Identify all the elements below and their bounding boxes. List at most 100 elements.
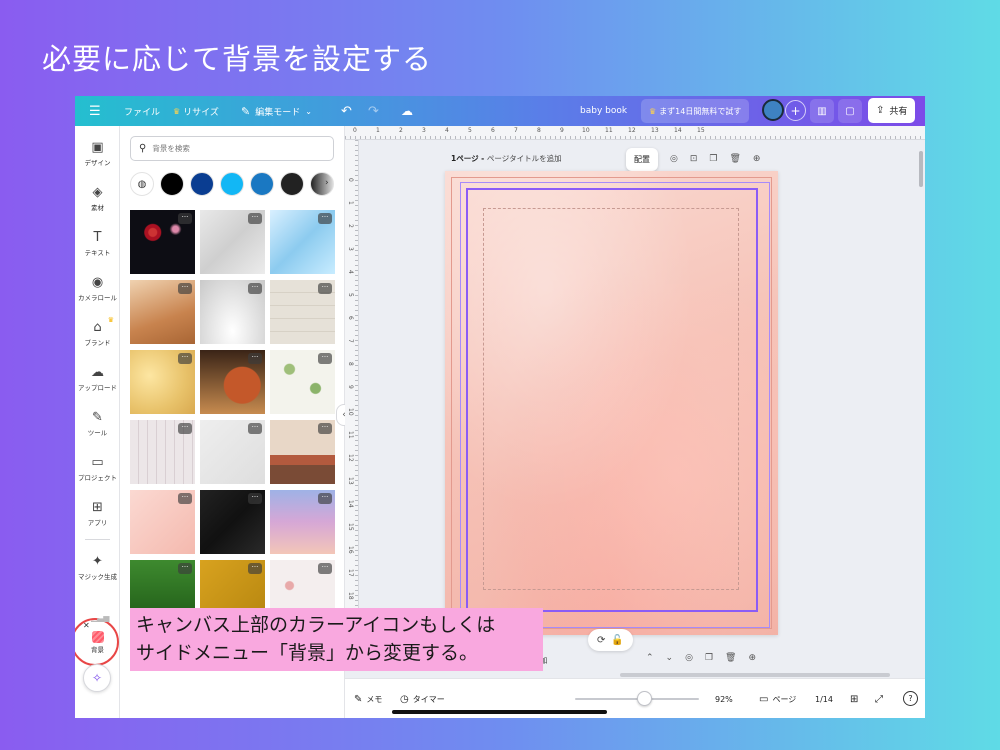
more-options-icon[interactable]: ···: [248, 423, 262, 434]
background-thumbnail-blue-abstract[interactable]: ···: [270, 210, 335, 274]
help-button[interactable]: ?: [903, 691, 918, 706]
lock-icon[interactable]: 🔓: [611, 635, 623, 646]
pages-button[interactable]: ▭ ページ: [759, 679, 796, 718]
more-options-icon[interactable]: ···: [248, 353, 262, 364]
more-options-icon[interactable]: ···: [248, 563, 262, 574]
design-canvas-page[interactable]: [445, 171, 778, 635]
background-thumbnail-interior[interactable]: ···: [130, 280, 195, 344]
vertical-scrollbar[interactable]: [919, 151, 923, 187]
more-options-icon[interactable]: ···: [318, 283, 332, 294]
color-swatch[interactable]: [250, 172, 274, 196]
background-thumbnail-white-studio[interactable]: ···: [200, 280, 265, 344]
color-swatch[interactable]: [310, 172, 334, 196]
sidebar-item-elements[interactable]: ◈ 素材: [75, 185, 120, 213]
horizontal-scrollbar[interactable]: [620, 673, 890, 677]
ruler-tick-label: 5: [347, 293, 354, 297]
arrange-button[interactable]: 配置: [626, 148, 658, 171]
add-collaborator-icon[interactable]: +: [785, 100, 806, 121]
sidebar-item-upload[interactable]: ☁ アップロード: [75, 365, 120, 393]
sidebar-item-projects[interactable]: ▭ プロジェクト: [75, 455, 120, 483]
close-icon[interactable]: ✕: [83, 621, 90, 630]
annotation-line-2: サイドメニュー「背景」から変更する。: [136, 639, 537, 667]
eye-icon[interactable]: ◎: [670, 154, 678, 164]
more-options-icon[interactable]: ···: [248, 213, 262, 224]
magic-assistant-button[interactable]: ✧: [83, 664, 111, 692]
ruler-tick-label: 16: [347, 546, 354, 554]
lock-icon[interactable]: ⊡: [690, 154, 698, 164]
grid-view-icon[interactable]: ⊞: [850, 679, 858, 718]
more-options-icon[interactable]: ···: [248, 493, 262, 504]
more-options-icon[interactable]: ···: [178, 423, 192, 434]
trash-icon[interactable]: 🗑: [725, 653, 736, 663]
free-trial-button[interactable]: ♛ まず14日間無料で試す: [641, 99, 749, 123]
eye-icon[interactable]: ◎: [685, 653, 693, 663]
tools-icon: ✎: [75, 410, 120, 426]
sidebar-item-background[interactable]: 背景: [75, 631, 120, 655]
edit-mode-dropdown[interactable]: ✎ 編集モード ⌄: [241, 96, 312, 126]
more-options-icon[interactable]: ···: [178, 563, 192, 574]
background-search-input[interactable]: [152, 144, 322, 153]
color-swatch[interactable]: [190, 172, 214, 196]
background-thumbnail-black-fabric[interactable]: ···: [200, 490, 265, 554]
redo-icon[interactable]: ↷: [368, 96, 379, 126]
comment-icon[interactable]: ▢: [838, 99, 862, 123]
background-thumbnail-room[interactable]: ···: [270, 420, 335, 484]
more-options-icon[interactable]: ···: [318, 353, 332, 364]
add-page-icon[interactable]: ⊕: [753, 154, 761, 164]
notes-button[interactable]: ✎ メモ: [354, 679, 382, 718]
more-options-icon[interactable]: ···: [178, 283, 192, 294]
background-thumbnail-fireworks[interactable]: ···: [130, 210, 195, 274]
background-thumbnail-dried-flowers[interactable]: ···: [130, 420, 195, 484]
page-title-label[interactable]: 1ページ - ページタイトルを追加: [451, 153, 562, 164]
more-options-icon[interactable]: ···: [318, 563, 332, 574]
hamburger-menu-icon[interactable]: ☰: [89, 96, 101, 126]
color-swatch[interactable]: [280, 172, 304, 196]
sidebar-item-brand[interactable]: ♛ ⌂ ブランド: [75, 320, 120, 348]
duplicate-icon[interactable]: ❐: [709, 154, 717, 164]
more-options-icon[interactable]: ···: [178, 353, 192, 364]
undo-icon[interactable]: ↶: [341, 96, 352, 126]
sidebar-item-tools[interactable]: ✎ ツール: [75, 410, 120, 438]
sidebar-item-design[interactable]: ▣ デザイン: [75, 140, 120, 168]
duplicate-icon[interactable]: ❐: [705, 653, 713, 663]
background-thumbnail-wood-white[interactable]: ···: [270, 280, 335, 344]
cloud-saved-icon[interactable]: ☁: [401, 96, 413, 126]
color-swatch[interactable]: [160, 172, 184, 196]
background-search-box[interactable]: ⚲: [130, 136, 334, 161]
background-thumbnail-gold-bokeh[interactable]: ···: [130, 350, 195, 414]
chevron-right-icon[interactable]: ›: [325, 178, 329, 188]
more-options-icon[interactable]: ···: [318, 213, 332, 224]
add-page-icon[interactable]: ⊕: [748, 653, 756, 663]
more-options-icon[interactable]: ···: [318, 493, 332, 504]
sidebar-item-apps[interactable]: ⊞ アプリ: [75, 500, 120, 528]
more-options-icon[interactable]: ···: [178, 213, 192, 224]
sidebar-item-magic-generate[interactable]: ✦ マジック生成: [75, 554, 120, 582]
insights-chart-icon[interactable]: ▥: [810, 99, 834, 123]
more-options-icon[interactable]: ···: [318, 423, 332, 434]
background-thumbnail-leaves[interactable]: ···: [270, 350, 335, 414]
chevron-up-icon[interactable]: ⌃: [646, 653, 654, 663]
color-palette-icon[interactable]: ◍: [130, 172, 154, 196]
background-thumbnail-marble[interactable]: ···: [200, 210, 265, 274]
more-options-icon[interactable]: ···: [178, 493, 192, 504]
rotate-icon[interactable]: ⟳: [597, 635, 605, 646]
more-options-icon[interactable]: ···: [248, 283, 262, 294]
background-thumbnail-white-texture[interactable]: ···: [200, 420, 265, 484]
document-title[interactable]: baby book: [580, 96, 627, 126]
chevron-down-icon[interactable]: ⌄: [666, 653, 674, 663]
sidebar-item-text[interactable]: T テキスト: [75, 230, 120, 258]
background-thumbnail-pink-watercolor[interactable]: ···: [130, 490, 195, 554]
fullscreen-icon[interactable]: ⤢: [875, 679, 883, 718]
sidebar-item-camera-roll[interactable]: ◉ カメラロール: [75, 275, 120, 303]
zoom-slider-handle[interactable]: [637, 691, 652, 706]
file-menu-button[interactable]: ファイル: [124, 96, 160, 126]
share-button[interactable]: ⇪ 共有: [868, 98, 915, 123]
ruler-tick-label: 1: [347, 201, 354, 205]
user-avatar[interactable]: [762, 99, 784, 121]
zoom-value[interactable]: 92%: [715, 679, 733, 718]
resize-button[interactable]: ♛ リサイズ: [173, 96, 219, 126]
trash-icon[interactable]: 🗑: [729, 154, 740, 164]
background-thumbnail-sky[interactable]: ···: [270, 490, 335, 554]
background-thumbnail-basketball[interactable]: ···: [200, 350, 265, 414]
color-swatch[interactable]: [220, 172, 244, 196]
